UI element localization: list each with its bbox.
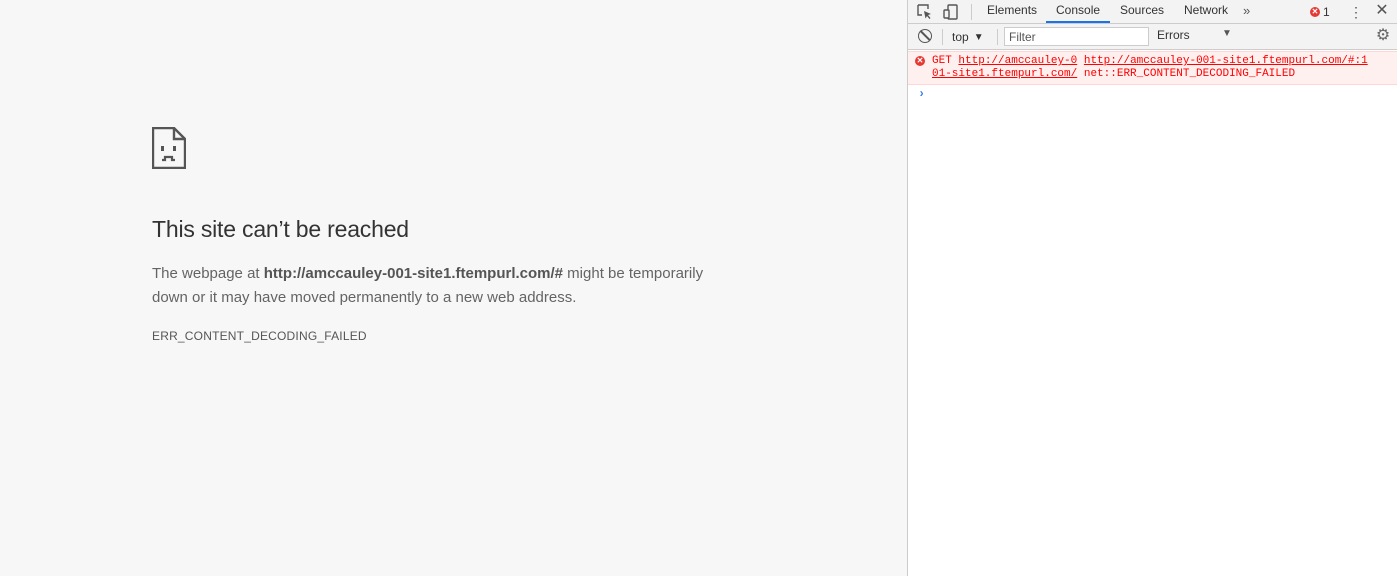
error-icon: ✕ [915, 56, 925, 66]
inspect-element-icon[interactable] [915, 2, 935, 22]
console-output: ✕ GET http://amccauley-0 http://amccaule… [908, 51, 1397, 103]
filter-input[interactable] [1004, 27, 1149, 46]
context-label: top [952, 30, 969, 44]
device-toolbar-icon[interactable] [941, 2, 961, 22]
more-options-icon[interactable]: ⋮ [1346, 2, 1366, 22]
network-error-text: net::ERR_CONTENT_DECODING_FAILED [1083, 68, 1296, 80]
source-link[interactable]: http://amccauley-0 [958, 55, 1077, 67]
console-error-message: ✕ GET http://amccauley-0 http://amccaule… [908, 51, 1397, 85]
error-count: 1 [1323, 5, 1330, 19]
clear-console-icon[interactable] [918, 29, 932, 43]
tab-sources[interactable]: Sources [1110, 0, 1174, 23]
tab-console[interactable]: Console [1046, 0, 1111, 23]
tab-elements[interactable]: Elements [977, 0, 1047, 23]
request-method: GET [932, 55, 952, 67]
page-title: This site can’t be reached [152, 216, 409, 242]
toolbar-divider [997, 29, 998, 45]
error-code: ERR_CONTENT_DECODING_FAILED [152, 329, 367, 343]
gear-icon[interactable]: ⚙ [1374, 27, 1392, 45]
dropdown-arrow-icon[interactable]: ▼ [1222, 28, 1232, 39]
close-icon[interactable]: ✕ [1372, 1, 1392, 21]
devtools-tabbar: Elements Console Sources Network » ✕ 1 ⋮… [908, 0, 1397, 24]
request-url-link-continued[interactable]: 01-site1.ftempurl.com/ [932, 68, 1077, 80]
error-counter[interactable]: ✕ 1 [1310, 3, 1330, 21]
error-page: This site can’t be reached The webpage a… [0, 0, 907, 576]
sad-page-icon [152, 127, 186, 169]
error-message: The webpage at http://amccauley-001-site… [152, 262, 712, 310]
toolbar-divider [971, 4, 972, 20]
request-url-link[interactable]: http://amccauley-001-site1.ftempurl.com/… [1084, 55, 1368, 67]
context-selector[interactable]: top ▼ [952, 28, 984, 46]
tab-network[interactable]: Network [1174, 0, 1238, 23]
error-icon: ✕ [1310, 7, 1320, 17]
console-prompt[interactable]: › [908, 85, 1397, 103]
dropdown-arrow-icon: ▼ [973, 31, 984, 43]
toolbar-divider [942, 29, 943, 45]
devtools-panel: Elements Console Sources Network » ✕ 1 ⋮… [907, 0, 1397, 576]
console-toolbar: top ▼ Errors ▼ ⚙ [908, 24, 1397, 50]
error-url: http://amccauley-001-site1.ftempurl.com/… [263, 265, 564, 282]
more-tabs-chevron-icon[interactable]: » [1243, 0, 1250, 23]
prompt-chevron-icon: › [918, 87, 926, 101]
message-prefix: The webpage at [152, 265, 264, 282]
